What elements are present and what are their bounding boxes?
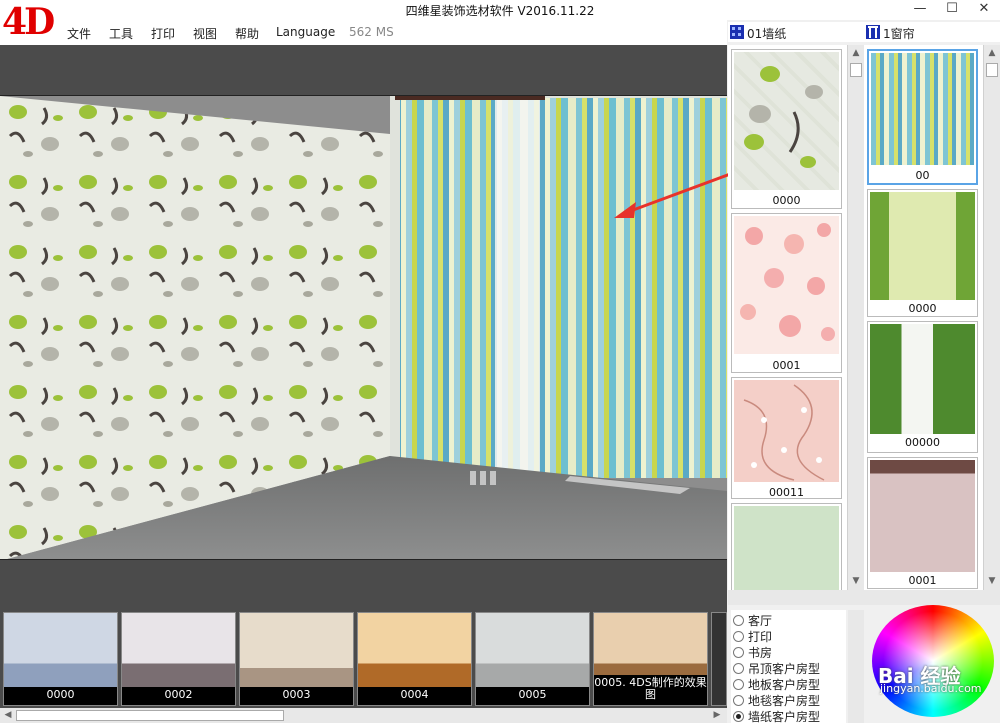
radio-icon[interactable] — [733, 679, 744, 690]
room-thumbnail-label: 0004 — [358, 687, 471, 705]
scroll-down-icon[interactable]: ▼ — [984, 573, 1000, 589]
curtain-header[interactable]: 1窗帘 — [863, 22, 1000, 42]
wallpaper-label: 00011 — [769, 486, 804, 499]
scroll-up-icon[interactable]: ▲ — [848, 45, 864, 61]
wallpaper-swatch — [734, 506, 839, 590]
radio-icon[interactable] — [733, 631, 744, 642]
floral-pattern — [744, 66, 823, 168]
curtain-list: 00 0000 00000 0001 — [864, 45, 984, 590]
radio-icon[interactable] — [733, 663, 744, 674]
wallpaper-label: 0001 — [772, 359, 801, 372]
room-type-option[interactable]: 墙纸客户房型 — [733, 708, 820, 723]
wallpaper-tile[interactable]: 0001 — [731, 213, 842, 373]
room-type-option[interactable]: 地毯客户房型 — [733, 692, 820, 708]
wallpaper-header-label: 01墙纸 — [747, 27, 787, 41]
room-type-option[interactable]: 书房 — [733, 644, 772, 660]
room-thumbnail-label: 0005. 4DS制作的效果图 — [594, 675, 707, 705]
panel-hscroll[interactable] — [728, 590, 1000, 605]
menu-print[interactable]: 打印 — [151, 25, 175, 42]
curtain-swatch — [870, 324, 975, 434]
curtain-tile[interactable]: 0000 — [867, 189, 978, 317]
curtain-swatch — [870, 192, 975, 300]
scroll-thumb[interactable] — [16, 710, 284, 721]
room-strip-scrollbar[interactable]: ◀ ▶ — [0, 708, 727, 723]
title-bar: 四维星装饰选材软件 V2016.11.22 — ☐ ✕ — [0, 0, 1000, 20]
curtain-tile[interactable]: 0001 — [867, 457, 978, 589]
floral-pattern — [740, 223, 835, 341]
room-thumbnail-partial[interactable] — [711, 612, 727, 706]
wallpaper-tile[interactable] — [731, 503, 842, 590]
scroll-right-icon[interactable]: ▶ — [710, 709, 724, 722]
scroll-up-icon[interactable]: ▲ — [984, 45, 1000, 61]
wallpaper-label: 0000 — [772, 194, 801, 207]
curtain-label: 0001 — [908, 574, 937, 587]
radio-icon[interactable] — [733, 647, 744, 658]
menu-language[interactable]: Language — [276, 25, 335, 39]
wallpaper-tile[interactable]: 0000 — [731, 49, 842, 209]
wallpaper-swatch — [734, 52, 839, 190]
room-type-option[interactable]: 打印 — [733, 628, 772, 644]
room-thumbnail-label: 0003 — [240, 687, 353, 705]
room-type-list: 客厅 打印 书房 吊顶客户房型 地板客户房型 地毯客户房型 墙纸客户房型 — [731, 610, 846, 723]
scroll-thumb[interactable] — [986, 63, 998, 77]
room-thumbnail[interactable]: 0004 — [357, 612, 472, 706]
wallpaper-icon — [730, 25, 744, 39]
curtain-label: 0000 — [908, 302, 937, 315]
room-thumbnail[interactable]: 0002 — [121, 612, 236, 706]
scroll-left-icon[interactable]: ◀ — [1, 709, 15, 722]
wallpaper-header[interactable]: 01墙纸 — [728, 22, 863, 42]
room-thumbnail-strip: 0000 0002 0003 0004 0005 0005. 4DS制作的效果图 — [0, 601, 727, 708]
curtain-swatch — [870, 460, 975, 572]
window-title: 四维星装饰选材软件 V2016.11.22 — [405, 4, 595, 18]
watermark-url: jingyan.baidu.com — [880, 682, 982, 695]
minimize-button[interactable]: — — [904, 0, 936, 20]
wallpaper-swatch — [734, 216, 839, 354]
curtain-scrollbar[interactable]: ▲ ▼ — [983, 45, 1000, 590]
scroll-down-icon[interactable]: ▼ — [848, 573, 864, 589]
wallpaper-swatch — [734, 380, 839, 482]
render-time: 562 MS — [349, 25, 394, 39]
room-thumbnail-label: 0000 — [4, 687, 117, 705]
menu-file[interactable]: 文件 — [67, 25, 91, 42]
maximize-button[interactable]: ☐ — [936, 0, 968, 20]
room-thumbnail[interactable]: 0005 — [475, 612, 590, 706]
wallpaper-list: 0000 0001 00011 — [728, 45, 848, 590]
curtain-tile[interactable]: 00 — [867, 49, 978, 185]
app-window: 四维星装饰选材软件 V2016.11.22 — ☐ ✕ 4D 文件 工具 打印 … — [0, 0, 1000, 723]
menu-tools[interactable]: 工具 — [109, 25, 133, 42]
room-thumbnail-label: 0002 — [122, 687, 235, 705]
radio-icon[interactable] — [733, 695, 744, 706]
scroll-thumb[interactable] — [850, 63, 862, 77]
app-logo: 4D — [2, 1, 55, 43]
curtain-header-label: 1窗帘 — [883, 27, 915, 41]
menu-view[interactable]: 视图 — [193, 25, 217, 42]
radio-selected-icon[interactable] — [733, 711, 744, 722]
menu-help[interactable]: 帮助 — [235, 25, 259, 42]
room-type-option[interactable]: 吊顶客户房型 — [733, 660, 820, 676]
close-button[interactable]: ✕ — [968, 0, 1000, 20]
room-type-option[interactable]: 地板客户房型 — [733, 676, 820, 692]
floral-pattern — [743, 384, 825, 481]
sheer-curtain — [495, 98, 540, 478]
wallpaper-scrollbar[interactable]: ▲ ▼ — [847, 45, 864, 590]
room-type-scrollbar[interactable] — [848, 610, 864, 723]
radio-icon[interactable] — [733, 615, 744, 626]
curtain-icon — [866, 25, 880, 39]
room-type-option[interactable]: 客厅 — [733, 612, 772, 628]
curtain-swatch — [871, 53, 974, 165]
room-thumbnail[interactable]: 0003 — [239, 612, 354, 706]
room-thumbnail[interactable]: 0005. 4DS制作的效果图 — [593, 612, 708, 706]
curtain-label: 00 — [915, 169, 930, 182]
room-thumbnail-label: 0005 — [476, 687, 589, 705]
curtain-tile[interactable]: 00000 — [867, 321, 978, 453]
curtain-rod — [395, 96, 545, 100]
room-thumbnail[interactable]: 0000 — [3, 612, 118, 706]
wallpaper-tile[interactable]: 00011 — [731, 377, 842, 499]
curtain-label: 00000 — [905, 436, 940, 449]
